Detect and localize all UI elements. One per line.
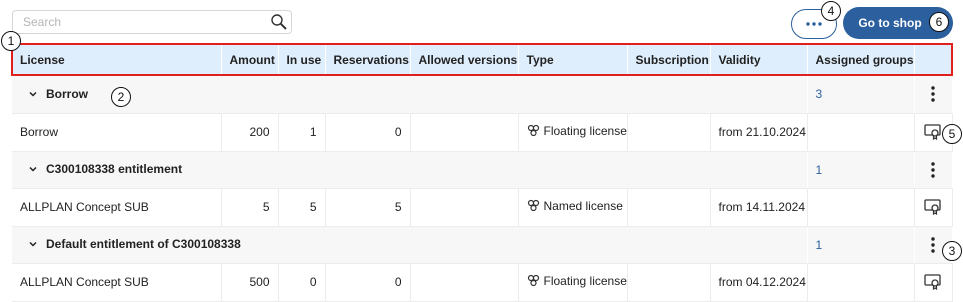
callout-1: 1	[1, 31, 21, 51]
group-name: Borrow	[46, 86, 88, 101]
callout-3: 3	[942, 241, 962, 261]
callout-6: 6	[929, 12, 949, 32]
cell-subscription	[627, 113, 711, 152]
cell-assigned-groups	[807, 113, 915, 152]
cell-assigned-groups	[807, 188, 915, 227]
col-actions	[914, 44, 953, 76]
certificate-icon[interactable]	[923, 274, 944, 290]
license-group-icon	[527, 275, 539, 287]
certificate-icon[interactable]	[923, 199, 944, 215]
chevron-down-icon[interactable]	[28, 164, 38, 174]
certificate-icon[interactable]	[923, 124, 944, 140]
license-group-icon	[527, 125, 539, 137]
table-header-row: License Amount In use Reservations Allow…	[12, 44, 953, 76]
cell-type: Floating license	[518, 263, 628, 302]
col-in-use[interactable]: In use	[278, 44, 326, 76]
col-allowed-versions[interactable]: Allowed versions	[410, 44, 519, 76]
cell-allowed-versions	[410, 113, 519, 152]
cell-amount: 5	[221, 188, 279, 227]
cell-type: Floating license	[518, 113, 628, 152]
cell-allowed-versions	[410, 188, 519, 227]
col-reservations[interactable]: Reservations	[325, 44, 411, 76]
cell-amount: 200	[221, 113, 279, 152]
cell-type: Named license	[518, 188, 628, 227]
cell-assigned-groups	[807, 263, 915, 302]
col-validity[interactable]: Validity	[710, 44, 808, 76]
kebab-icon[interactable]	[923, 86, 944, 102]
cell-validity: from 04.12.2024	[710, 263, 808, 302]
table-row[interactable]: ALLPLAN Concept SUB 5 5 5 Named license …	[12, 188, 953, 227]
cell-reservations: 0	[325, 263, 411, 302]
type-label: Named license	[543, 198, 623, 213]
search-input[interactable]	[13, 11, 253, 33]
group-row-c300108338-entitlement: C300108338 entitlement 1	[12, 151, 953, 189]
cell-license: Borrow	[12, 113, 222, 152]
callout-5: 5	[942, 124, 962, 144]
type-label: Floating license	[543, 273, 627, 288]
col-license[interactable]: License	[12, 44, 222, 76]
cell-subscription	[627, 188, 711, 227]
table-row[interactable]: ALLPLAN Concept SUB 500 0 0 Floating lic…	[12, 263, 953, 302]
chevron-down-icon[interactable]	[28, 89, 38, 99]
cell-allowed-versions	[410, 263, 519, 302]
group-row-borrow: Borrow 3	[12, 76, 953, 114]
go-to-shop-label: Go to shop	[858, 16, 922, 30]
assigned-groups-link[interactable]: 3	[816, 87, 823, 101]
col-amount[interactable]: Amount	[221, 44, 279, 76]
magnifier-icon[interactable]	[270, 13, 288, 31]
cell-license: ALLPLAN Concept SUB	[12, 263, 222, 302]
ellipsis-icon	[806, 22, 822, 26]
assigned-groups-link[interactable]: 1	[816, 163, 823, 177]
table-row[interactable]: Borrow 200 1 0 Floating license from 21.…	[12, 113, 953, 152]
cell-validity: from 14.11.2024	[710, 188, 808, 227]
cell-in-use: 5	[278, 188, 326, 227]
cell-in-use: 1	[278, 113, 326, 152]
col-subscription[interactable]: Subscription	[627, 44, 711, 76]
assigned-groups-link[interactable]: 1	[816, 238, 823, 252]
cell-license: ALLPLAN Concept SUB	[12, 188, 222, 227]
license-group-icon	[527, 200, 539, 212]
kebab-icon[interactable]	[923, 161, 944, 178]
callout-4: 4	[821, 1, 841, 21]
kebab-icon[interactable]	[923, 236, 944, 253]
col-type[interactable]: Type	[518, 44, 628, 76]
group-name: C300108338 entitlement	[46, 162, 183, 176]
chevron-down-icon[interactable]	[28, 239, 38, 249]
callout-2: 2	[111, 87, 131, 107]
cell-subscription	[627, 263, 711, 302]
group-row-default-entitlement: Default entitlement of C300108338 1	[12, 226, 953, 264]
search-box[interactable]	[12, 10, 292, 34]
cell-reservations: 5	[325, 188, 411, 227]
cell-validity: from 21.10.2024	[710, 113, 808, 152]
cell-amount: 500	[221, 263, 279, 302]
type-label: Floating license	[543, 123, 627, 138]
license-table: License Amount In use Reservations Allow…	[12, 44, 953, 302]
cell-in-use: 0	[278, 263, 326, 302]
col-assigned-groups[interactable]: Assigned groups	[807, 44, 915, 76]
group-name: Default entitlement of C300108338	[46, 237, 241, 251]
cell-reservations: 0	[325, 113, 411, 152]
